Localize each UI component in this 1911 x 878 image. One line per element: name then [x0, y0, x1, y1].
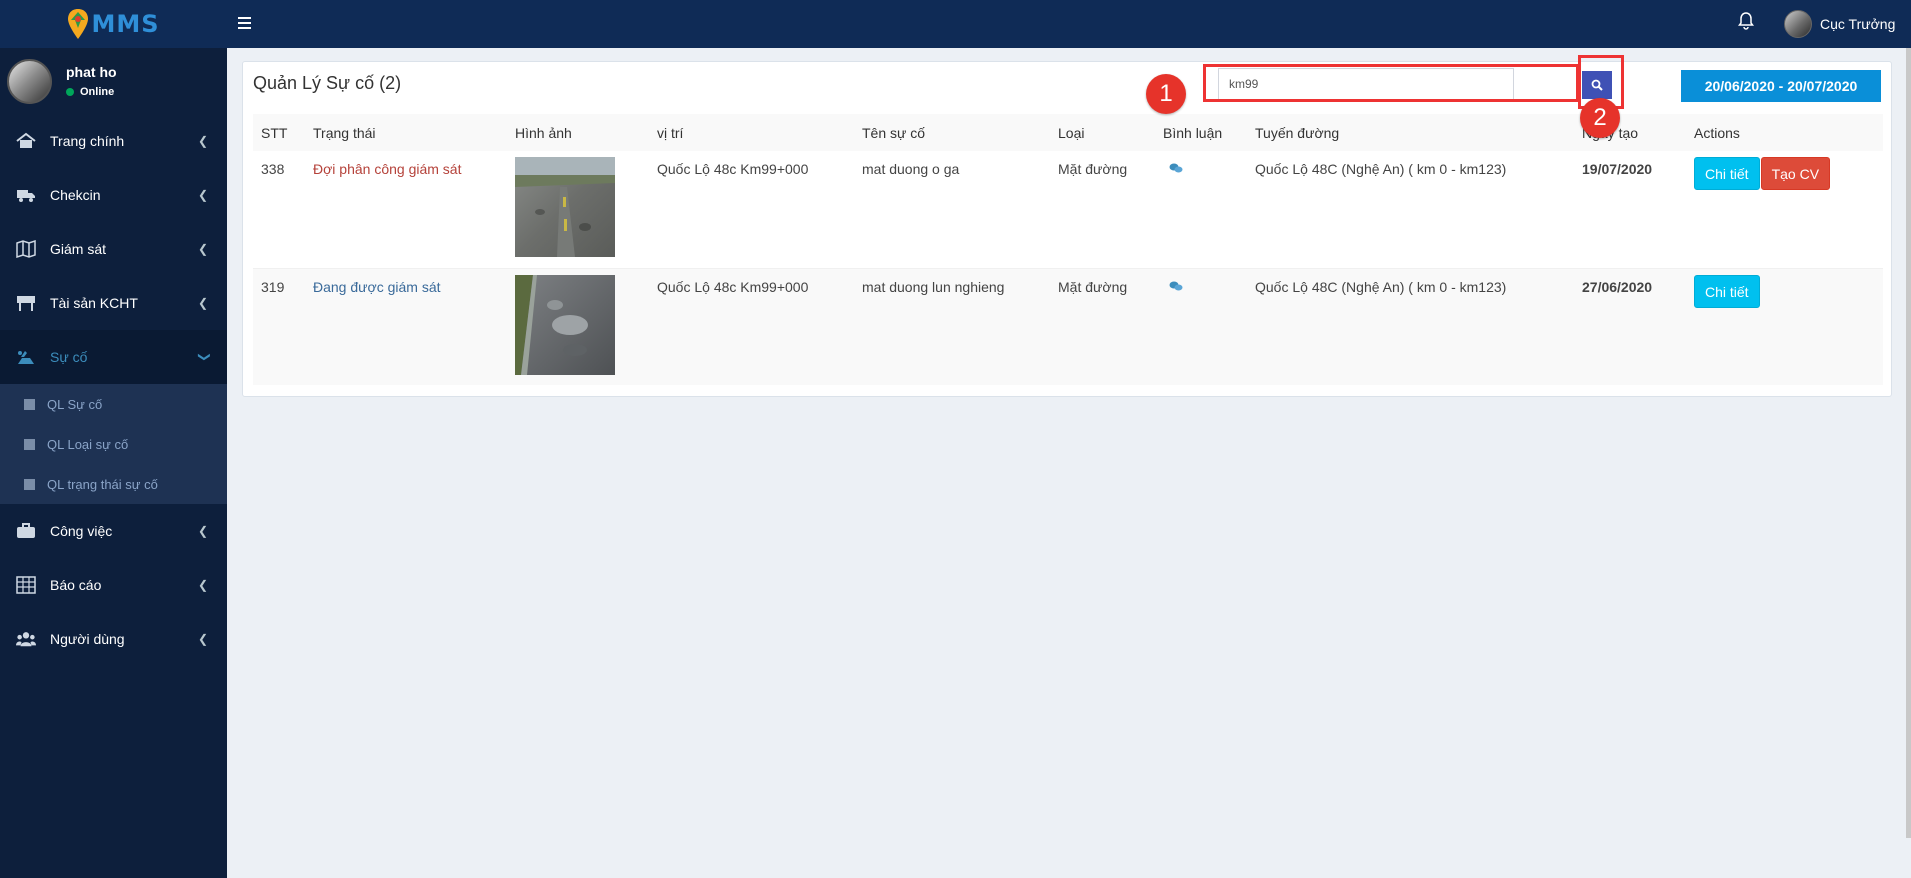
map-icon — [16, 239, 36, 259]
home-icon — [16, 131, 36, 151]
cell-name: mat duong lun nghieng — [854, 267, 1050, 385]
chevron-left-icon: ❮ — [197, 134, 208, 148]
user-status: Online — [66, 86, 117, 98]
square-bullet-icon — [24, 438, 35, 450]
incident-table: STT Trạng thái Hình ảnh vị trí Tên sự cố… — [253, 114, 1883, 385]
cell-name: mat duong o ga — [854, 151, 1050, 268]
incident-panel: Quản Lý Sự cố (2) 20/06/2020 - 20/07/202… — [242, 61, 1892, 397]
submenu-item-label: QL Loại sự cố — [47, 436, 129, 452]
column-header[interactable]: Bình luận — [1155, 114, 1247, 151]
table-row: 319 Đang được giám sát Quốc Lộ 48c Km99+… — [253, 267, 1883, 385]
page-title: Quản Lý Sự cố (2) — [253, 73, 402, 93]
table-header-row: STT Trạng thái Hình ảnh vị trí Tên sự cố… — [253, 114, 1883, 151]
sidebar-user-name: phat ho — [66, 64, 117, 80]
column-header[interactable]: STT — [253, 114, 305, 151]
square-bullet-icon — [24, 478, 35, 490]
avatar — [1784, 10, 1812, 38]
sidebar-item-label: Công việc — [50, 523, 113, 539]
submenu-su-co: QL Sự cố QL Loại sự cố QL trạng thái sự … — [0, 384, 227, 504]
column-header: Actions — [1686, 114, 1883, 151]
status-link[interactable]: Đợi phân công giám sát — [313, 161, 461, 177]
cell-date: 19/07/2020 — [1574, 151, 1686, 268]
annotation-highlight-search — [1203, 64, 1579, 102]
status-link[interactable]: Đang được giám sát — [313, 279, 441, 295]
detail-button[interactable]: Chi tiết — [1694, 157, 1760, 190]
submenu-item-label: QL trạng thái sự cố — [47, 476, 158, 492]
chevron-left-icon: ❮ — [197, 632, 208, 646]
sidebar-toggle-button[interactable] — [238, 14, 258, 34]
date-range-picker[interactable]: 20/06/2020 - 20/07/2020 — [1681, 70, 1881, 102]
annotation-badge-2: 2 — [1580, 98, 1620, 138]
comments-icon[interactable] — [1169, 279, 1183, 295]
sidebar-item-label: Tài sản KCHT — [50, 295, 138, 311]
sidebar-item-label: Báo cáo — [50, 577, 102, 593]
logo-mark-icon — [67, 8, 89, 40]
column-header[interactable]: Tuyến đường — [1247, 114, 1574, 151]
briefcase-icon — [16, 521, 36, 541]
logo-text: MMS — [91, 10, 160, 38]
cell-stt: 319 — [253, 267, 305, 385]
chevron-left-icon: ❮ — [197, 188, 208, 202]
sidebar-item-bao-cao[interactable]: Báo cáo ❮ — [0, 558, 227, 612]
sidebar: phat ho Online Trang chính ❮ Chekcin ❮ G… — [0, 48, 227, 878]
cell-type: Mặt đường — [1050, 151, 1155, 268]
submenu-item-ql-loai-su-co[interactable]: QL Loại sự cố — [0, 424, 227, 464]
truck-icon — [16, 185, 36, 205]
sign-icon — [16, 293, 36, 313]
column-header[interactable]: Hình ảnh — [507, 114, 649, 151]
sidebar-item-trang-chinh[interactable]: Trang chính ❮ — [0, 114, 227, 168]
column-header[interactable]: Tên sự cố — [854, 114, 1050, 151]
sidebar-item-su-co[interactable]: Sự cố ❮ — [0, 330, 227, 384]
column-header[interactable]: Loại — [1050, 114, 1155, 151]
chevron-left-icon: ❮ — [197, 242, 208, 256]
sidebar-item-cong-viec[interactable]: Công việc ❮ — [0, 504, 227, 558]
column-header[interactable]: Trạng thái — [305, 114, 507, 151]
user-menu-name: Cục Trưởng — [1820, 16, 1896, 32]
user-panel: phat ho Online — [0, 48, 227, 114]
page-scrollbar[interactable] — [1906, 48, 1911, 838]
incident-photo[interactable] — [515, 157, 615, 257]
column-header[interactable]: vị trí — [649, 114, 854, 151]
cell-stt: 338 — [253, 151, 305, 268]
sidebar-item-tai-san-kcht[interactable]: Tài sản KCHT ❮ — [0, 276, 227, 330]
detail-button[interactable]: Chi tiết — [1694, 274, 1760, 308]
table-icon — [16, 575, 36, 595]
chevron-left-icon: ❮ — [197, 524, 208, 538]
sidebar-item-label: Giám sát — [50, 241, 107, 257]
sidebar-item-giam-sat[interactable]: Giám sát ❮ — [0, 222, 227, 276]
user-status-label: Online — [80, 86, 115, 98]
cell-position: Quốc Lộ 48c Km99+000 — [649, 267, 854, 385]
square-bullet-icon — [24, 398, 35, 410]
submenu-item-label: QL Sự cố — [47, 396, 103, 412]
logo[interactable]: MMS — [0, 0, 227, 48]
road-incident-icon — [16, 347, 36, 367]
annotation-badge-1: 1 — [1146, 74, 1186, 114]
incident-photo[interactable] — [515, 274, 615, 375]
table-row: 338 Đợi phân công giám sát Quốc Lộ 48c K… — [253, 151, 1883, 268]
cell-date: 27/06/2020 — [1574, 267, 1686, 385]
cell-route: Quốc Lộ 48C (Nghệ An) ( km 0 - km123) — [1247, 267, 1574, 385]
user-menu[interactable]: Cục Trưởng — [1784, 10, 1895, 38]
online-dot-icon — [66, 88, 74, 96]
sidebar-item-label: Sự cố — [50, 349, 88, 365]
sidebar-item-nguoi-dung[interactable]: Người dùng ❮ — [0, 612, 227, 666]
top-header: MMS Cục Trưởng — [0, 0, 1911, 48]
users-icon — [16, 629, 36, 649]
sidebar-item-label: Người dùng — [50, 631, 125, 647]
notification-bell-icon[interactable] — [1738, 12, 1758, 34]
cell-type: Mặt đường — [1050, 267, 1155, 385]
submenu-item-ql-su-co[interactable]: QL Sự cố — [0, 384, 227, 424]
create-task-button[interactable]: Tạo CV — [1760, 157, 1831, 190]
submenu-item-ql-trang-thai-su-co[interactable]: QL trạng thái sự cố — [0, 464, 227, 504]
sidebar-item-chekcin[interactable]: Chekcin ❮ — [0, 168, 227, 222]
avatar — [7, 58, 52, 104]
cell-route: Quốc Lộ 48C (Nghệ An) ( km 0 - km123) — [1247, 151, 1574, 268]
cell-position: Quốc Lộ 48c Km99+000 — [649, 151, 854, 268]
sidebar-item-label: Trang chính — [50, 133, 125, 149]
chevron-left-icon: ❮ — [197, 296, 208, 310]
chevron-left-icon: ❮ — [197, 578, 208, 592]
chevron-down-icon: ❮ — [195, 351, 210, 363]
comments-icon[interactable] — [1169, 161, 1183, 177]
sidebar-item-label: Chekcin — [50, 187, 101, 203]
